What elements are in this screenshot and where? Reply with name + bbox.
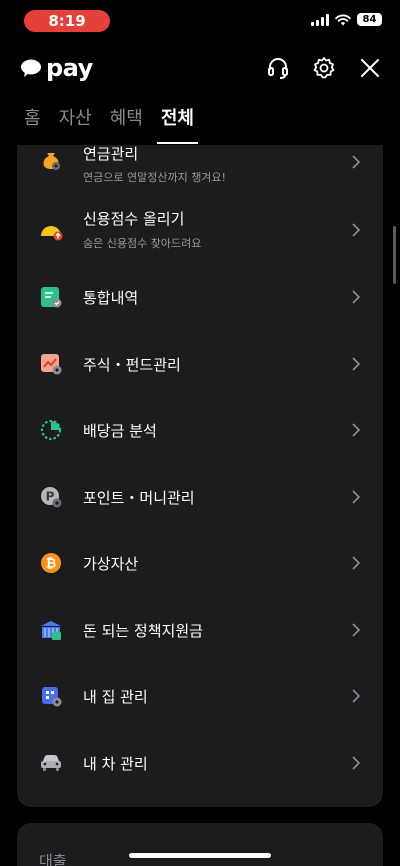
tab-benefits[interactable]: 혜택 <box>110 104 143 140</box>
menu-item-history[interactable]: 통합내역 <box>17 267 383 327</box>
home-indicator[interactable] <box>129 853 271 858</box>
scrollbar[interactable] <box>393 226 396 284</box>
chevron-right-icon <box>352 223 361 237</box>
settings-button[interactable] <box>312 56 336 80</box>
menu-item-crypto[interactable]: ₿ 가상자산 <box>17 533 383 593</box>
pension-money-bag-icon <box>43 153 60 170</box>
menu-item-label: 내 집 관리 <box>83 688 148 706</box>
gear-icon <box>313 57 335 79</box>
wifi-icon <box>335 14 351 25</box>
menu-item-label: 돈 되는 정책지원금 <box>83 622 203 640</box>
history-document-icon <box>41 287 62 308</box>
close-icon <box>361 59 379 77</box>
house-icon <box>42 687 62 707</box>
chevron-right-icon <box>352 756 361 770</box>
menu-item-label: 배당금 분석 <box>83 422 157 440</box>
chevron-right-icon <box>352 556 361 570</box>
status-time: 8:19 <box>24 10 110 32</box>
menu-item-credit-score[interactable]: 신용점수 올리기 숨은 신용점수 찾아드려요 <box>17 200 383 260</box>
menu-item-policy-support[interactable]: 돈 되는 정책지원금 <box>17 600 383 660</box>
tab-all[interactable]: 전체 <box>156 104 199 144</box>
menu-item-subtitle: 숨은 신용점수 찾아드려요 <box>83 237 202 250</box>
close-button[interactable] <box>358 56 382 80</box>
pay-logo: pay <box>20 54 93 82</box>
section-title: 대출 <box>39 852 67 866</box>
battery-icon: 84 <box>357 13 382 26</box>
chevron-right-icon <box>352 689 361 703</box>
car-icon <box>41 755 61 771</box>
signal-icon <box>311 13 329 26</box>
menu-item-subtitle: 연금으로 연말정산까지 챙겨요! <box>83 171 226 184</box>
menu-item-pension[interactable]: 연금관리 연금으로 연말정산까지 챙겨요! <box>17 145 383 193</box>
menu-card: 연금관리 연금으로 연말정산까지 챙겨요! 신용점수 올리기 숨은 신용점수 찾… <box>17 145 383 807</box>
tab-bar: 홈 자산 혜택 전체 <box>24 104 199 144</box>
chevron-right-icon <box>352 423 361 437</box>
menu-item-label: 신용점수 올리기 <box>83 210 185 228</box>
menu-item-my-home[interactable]: 내 집 관리 <box>17 666 383 726</box>
headset-icon <box>268 58 288 79</box>
credit-score-icon <box>41 226 63 241</box>
menu-item-label: 통합내역 <box>83 289 139 307</box>
speech-bubble-icon <box>21 59 41 77</box>
government-building-icon <box>41 621 61 640</box>
loan-section-card: 대출 <box>17 823 383 866</box>
customer-support-button[interactable] <box>266 56 290 80</box>
menu-item-label: 가상자산 <box>83 555 139 573</box>
status-icons: 84 <box>311 13 382 26</box>
chevron-right-icon <box>352 155 361 169</box>
menu-item-stocks-funds[interactable]: 주식・펀드관리 <box>17 334 383 394</box>
menu-item-label: 포인트・머니관리 <box>83 489 195 507</box>
pie-chart-icon <box>40 419 62 441</box>
chevron-right-icon <box>352 357 361 371</box>
app-header: pay <box>0 52 400 92</box>
menu-item-my-car[interactable]: 내 차 관리 <box>17 733 383 793</box>
menu-item-dividend-analysis[interactable]: 배당금 분석 <box>17 400 383 460</box>
tab-home[interactable]: 홈 <box>24 104 41 140</box>
status-bar: 8:19 84 <box>0 0 400 44</box>
chevron-right-icon <box>352 623 361 637</box>
menu-item-label: 연금관리 <box>83 145 139 163</box>
menu-item-label: 내 차 관리 <box>83 755 148 773</box>
logo-text: pay <box>46 54 93 82</box>
stock-chart-icon <box>41 354 62 375</box>
menu-item-point-money[interactable]: P 포인트・머니관리 <box>17 467 383 527</box>
chevron-right-icon <box>352 290 361 304</box>
menu-item-label: 주식・펀드관리 <box>83 356 181 374</box>
point-coin-icon: P <box>41 487 62 508</box>
bitcoin-icon: ₿ <box>41 553 61 573</box>
tab-assets[interactable]: 자산 <box>59 104 92 140</box>
svg-text:₿: ₿ <box>46 557 57 572</box>
header-actions <box>266 56 382 80</box>
chevron-right-icon <box>352 490 361 504</box>
